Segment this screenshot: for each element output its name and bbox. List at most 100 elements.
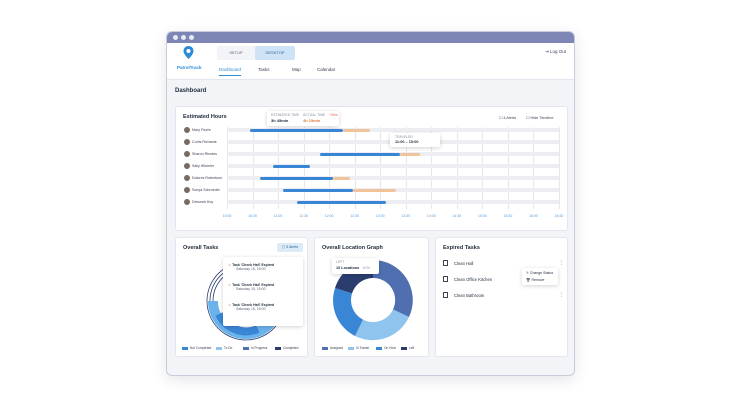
- scheduled-time-bar[interactable]: [283, 188, 354, 192]
- estimated-time-value: 3h 45min: [271, 118, 289, 123]
- avatar: [184, 127, 190, 133]
- expired-task-item[interactable]: Clean Bathroom: [454, 293, 484, 298]
- alert-item[interactable]: ⚠ Task 'Check Hall' Expired Saturday 15,…: [228, 283, 274, 291]
- actual-time-value: 4h 15min: [303, 118, 321, 123]
- employee-name[interactable]: Sharon Rhodes: [192, 152, 217, 156]
- time-tick-label: 16:00: [529, 214, 538, 218]
- chat-icon: ▢: [281, 245, 286, 249]
- timeline-gridline: [559, 127, 560, 209]
- scheduled-time-bar[interactable]: [319, 152, 400, 156]
- logout-label: Log Out: [549, 49, 566, 54]
- timeline-track: [227, 200, 559, 204]
- scheduled-time-bar[interactable]: [296, 200, 387, 204]
- expired-task-item[interactable]: Clean Hall: [454, 261, 473, 266]
- avatar: [184, 199, 190, 205]
- time-tooltip: ESTIMATED TIME 3h 45min ACTUAL TIME +30m…: [267, 111, 339, 126]
- employee-name[interactable]: Dolores Robertson: [192, 176, 222, 180]
- overtime-bar[interactable]: [353, 188, 397, 192]
- time-delta: +30m: [329, 113, 338, 117]
- checkbox-icon: ☐: [526, 116, 530, 120]
- window-dot-1[interactable]: [173, 35, 178, 40]
- avatar: [184, 163, 190, 169]
- tasks-alerts-popover: ⚠ Task 'Check Hall' Expired Saturday 15,…: [223, 257, 303, 326]
- overall-tasks-title: Overall Tasks: [183, 245, 219, 251]
- traveler-tooltip: TRAVELER 11:00 – 15:00: [390, 133, 440, 147]
- document-icon: [443, 276, 448, 282]
- tab-map[interactable]: Map: [292, 67, 301, 72]
- edit-icon: ✎: [526, 271, 529, 275]
- location-tooltip-label: LEFT: [336, 260, 345, 264]
- traveler-label: TRAVELER: [395, 135, 413, 139]
- hide-timeline-toggle[interactable]: ☐ Hide Timeline: [526, 115, 553, 120]
- time-tick-label: 13:00: [375, 214, 385, 218]
- logout-button[interactable]: ⇥ Log Out: [545, 49, 566, 55]
- menu-remove[interactable]: 🗑 Remove: [526, 278, 544, 282]
- tasks-alerts-button[interactable]: ▢ 5 Alerts: [277, 243, 303, 252]
- time-tick-label: 14:00: [426, 214, 436, 218]
- more-options-icon[interactable]: ⋮: [559, 292, 564, 298]
- time-tick-label: 10:00: [222, 214, 232, 218]
- document-icon: [443, 292, 448, 298]
- task-context-menu: ✎ Change Status 🗑 Remove: [522, 268, 558, 285]
- overtime-bar[interactable]: [399, 152, 420, 156]
- menu-change-status[interactable]: ✎ Change Status: [526, 271, 553, 275]
- avatar: [184, 187, 190, 193]
- menu-remove-label: Remove: [531, 278, 545, 282]
- warning-icon: ⚠: [228, 303, 232, 307]
- alerts-toggle[interactable]: ☐ 4 Alerts: [499, 115, 516, 120]
- logo-pin-icon: [183, 46, 194, 59]
- time-tick-label: 11:00: [273, 214, 283, 218]
- time-tick-label: 15:30: [503, 214, 513, 218]
- employee-name[interactable]: Sally Wheeler: [192, 164, 214, 168]
- time-tick-label: 11:30: [299, 214, 308, 218]
- overtime-bar[interactable]: [343, 128, 370, 132]
- tab-dashboard[interactable]: Dashboard: [219, 67, 242, 76]
- menu-change-status-label: Change Status: [529, 271, 554, 275]
- legend-in-progress: In Progress: [243, 346, 267, 350]
- estimated-time-label: ESTIMATED TIME: [271, 113, 300, 117]
- tab-calendar[interactable]: Calendar: [317, 67, 335, 72]
- tab-tasks[interactable]: Tasks: [258, 67, 270, 72]
- employee-name[interactable]: Curtis Richards: [192, 140, 217, 144]
- desktop-toggle[interactable]: DESKTOP: [255, 46, 295, 60]
- employee-name[interactable]: Sonya Schroeder: [192, 188, 220, 192]
- alert-date: Saturday 15, 15:00: [236, 287, 266, 291]
- more-options-icon[interactable]: ⋮: [559, 260, 564, 266]
- donut-segment-in-transit: [355, 309, 409, 341]
- scheduled-time-bar[interactable]: [250, 128, 344, 132]
- overtime-bar[interactable]: [333, 176, 350, 180]
- employee-name[interactable]: Mary Fischr: [192, 128, 211, 132]
- expired-task-item[interactable]: Clean Office Kitchen: [454, 277, 492, 282]
- time-tick-label: 12:00: [324, 214, 334, 218]
- time-tick-label: 15:00: [477, 214, 487, 218]
- legend-in-transit: In Transit: [348, 346, 369, 350]
- legend-assigned: Assigned: [322, 346, 343, 350]
- warning-icon: ⚠: [228, 263, 232, 267]
- window-dot-2[interactable]: [181, 35, 186, 40]
- hide-timeline-label: Hide Timeline: [530, 116, 554, 120]
- employee-name[interactable]: Deborah Hoy: [192, 200, 213, 204]
- alert-item[interactable]: ⚠ Task 'Check Hall' Expired Saturday 15,…: [228, 263, 274, 271]
- alert-item[interactable]: ⚠ Task 'Check Hall' Expired Saturday 15,…: [228, 303, 274, 311]
- warning-icon: ⚠: [228, 283, 232, 287]
- alerts-label: 4 Alerts: [503, 116, 517, 120]
- window-dot-3[interactable]: [189, 35, 194, 40]
- scheduled-time-bar[interactable]: [260, 176, 334, 180]
- checkbox-icon: ☐: [499, 116, 503, 120]
- legend-on-hold: On Hold: [376, 346, 396, 350]
- actual-time-label: ACTUAL TIME: [303, 113, 326, 117]
- avatar: [184, 151, 190, 157]
- avatar: [184, 139, 190, 145]
- expired-tasks-card: Expired Tasks Clean Hall Clean Office Ki…: [435, 237, 568, 357]
- top-nav: PatrolTrack SETUP DESKTOP ⇥ Log Out Dash…: [167, 43, 574, 80]
- scheduled-time-bar[interactable]: [273, 164, 310, 168]
- expired-tasks-title: Expired Tasks: [443, 245, 480, 251]
- tasks-alerts-label: 5 Alerts: [286, 245, 299, 249]
- location-tooltip-value: 10 Locations 10%: [336, 266, 370, 270]
- avatar: [184, 175, 190, 181]
- setup-toggle[interactable]: SETUP: [217, 46, 255, 60]
- time-tick-label: 13:30: [401, 214, 411, 218]
- legend-not-completed: Not Completed: [182, 346, 211, 350]
- logout-icon: ⇥: [544, 49, 549, 54]
- location-graph-card: Overall Location Graph LEFT 10 Locations…: [314, 237, 429, 357]
